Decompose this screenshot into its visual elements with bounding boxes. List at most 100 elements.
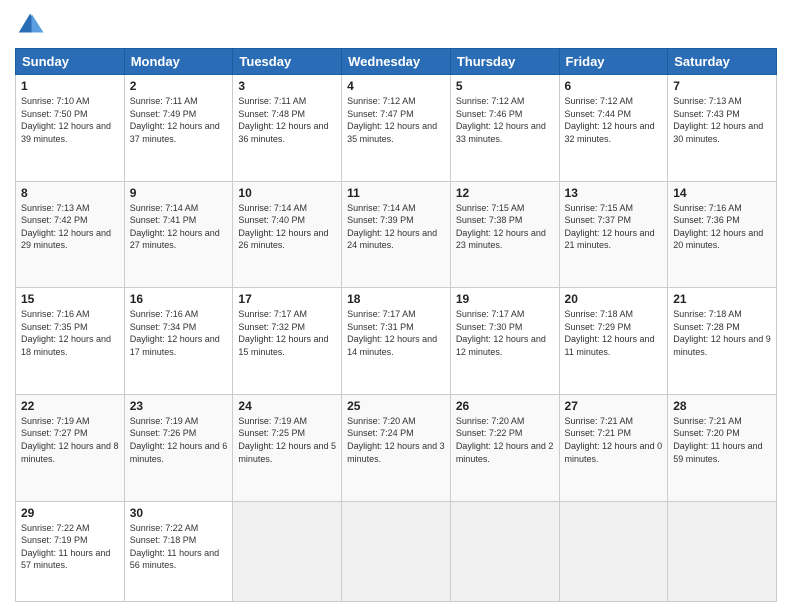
calendar-week-row: 22 Sunrise: 7:19 AM Sunset: 7:27 PM Dayli…: [16, 394, 777, 501]
day-number: 21: [673, 292, 771, 306]
day-content: Sunrise: 7:10 AM Sunset: 7:50 PM Dayligh…: [21, 95, 119, 145]
day-content: Sunrise: 7:11 AM Sunset: 7:49 PM Dayligh…: [130, 95, 228, 145]
calendar-week-row: 8 Sunrise: 7:13 AM Sunset: 7:42 PM Daylig…: [16, 181, 777, 288]
calendar-week-row: 15 Sunrise: 7:16 AM Sunset: 7:35 PM Dayli…: [16, 288, 777, 395]
day-number: 20: [565, 292, 663, 306]
day-number: 19: [456, 292, 554, 306]
table-row: 8 Sunrise: 7:13 AM Sunset: 7:42 PM Daylig…: [16, 181, 125, 288]
day-content: Sunrise: 7:16 AM Sunset: 7:36 PM Dayligh…: [673, 202, 771, 252]
day-content: Sunrise: 7:13 AM Sunset: 7:43 PM Dayligh…: [673, 95, 771, 145]
header: [15, 10, 777, 40]
day-content: Sunrise: 7:18 AM Sunset: 7:28 PM Dayligh…: [673, 308, 771, 358]
day-content: Sunrise: 7:21 AM Sunset: 7:21 PM Dayligh…: [565, 415, 663, 465]
day-number: 13: [565, 186, 663, 200]
day-number: 25: [347, 399, 445, 413]
day-number: 1: [21, 79, 119, 93]
day-number: 23: [130, 399, 228, 413]
table-row: 15 Sunrise: 7:16 AM Sunset: 7:35 PM Dayli…: [16, 288, 125, 395]
calendar: Sunday Monday Tuesday Wednesday Thursday…: [15, 48, 777, 602]
day-number: 16: [130, 292, 228, 306]
day-content: Sunrise: 7:14 AM Sunset: 7:39 PM Dayligh…: [347, 202, 445, 252]
header-row: Sunday Monday Tuesday Wednesday Thursday…: [16, 49, 777, 75]
day-content: Sunrise: 7:15 AM Sunset: 7:37 PM Dayligh…: [565, 202, 663, 252]
day-content: Sunrise: 7:17 AM Sunset: 7:30 PM Dayligh…: [456, 308, 554, 358]
day-content: Sunrise: 7:22 AM Sunset: 7:19 PM Dayligh…: [21, 522, 119, 572]
day-number: 29: [21, 506, 119, 520]
day-number: 30: [130, 506, 228, 520]
table-row: [450, 501, 559, 602]
day-content: Sunrise: 7:12 AM Sunset: 7:46 PM Dayligh…: [456, 95, 554, 145]
table-row: 28 Sunrise: 7:21 AM Sunset: 7:20 PM Dayli…: [668, 394, 777, 501]
day-content: Sunrise: 7:22 AM Sunset: 7:18 PM Dayligh…: [130, 522, 228, 572]
day-content: Sunrise: 7:19 AM Sunset: 7:26 PM Dayligh…: [130, 415, 228, 465]
day-number: 9: [130, 186, 228, 200]
logo-icon: [15, 10, 45, 40]
table-row: [233, 501, 342, 602]
day-content: Sunrise: 7:19 AM Sunset: 7:27 PM Dayligh…: [21, 415, 119, 465]
day-content: Sunrise: 7:14 AM Sunset: 7:41 PM Dayligh…: [130, 202, 228, 252]
day-content: Sunrise: 7:15 AM Sunset: 7:38 PM Dayligh…: [456, 202, 554, 252]
day-content: Sunrise: 7:20 AM Sunset: 7:22 PM Dayligh…: [456, 415, 554, 465]
day-content: Sunrise: 7:16 AM Sunset: 7:34 PM Dayligh…: [130, 308, 228, 358]
col-monday: Monday: [124, 49, 233, 75]
table-row: 10 Sunrise: 7:14 AM Sunset: 7:40 PM Dayli…: [233, 181, 342, 288]
day-content: Sunrise: 7:12 AM Sunset: 7:47 PM Dayligh…: [347, 95, 445, 145]
day-number: 8: [21, 186, 119, 200]
day-content: Sunrise: 7:17 AM Sunset: 7:32 PM Dayligh…: [238, 308, 336, 358]
calendar-body: 1 Sunrise: 7:10 AM Sunset: 7:50 PM Daylig…: [16, 75, 777, 602]
col-saturday: Saturday: [668, 49, 777, 75]
table-row: 2 Sunrise: 7:11 AM Sunset: 7:49 PM Daylig…: [124, 75, 233, 182]
day-number: 28: [673, 399, 771, 413]
table-row: 11 Sunrise: 7:14 AM Sunset: 7:39 PM Dayli…: [342, 181, 451, 288]
day-number: 10: [238, 186, 336, 200]
page: Sunday Monday Tuesday Wednesday Thursday…: [0, 0, 792, 612]
col-sunday: Sunday: [16, 49, 125, 75]
table-row: [668, 501, 777, 602]
table-row: 22 Sunrise: 7:19 AM Sunset: 7:27 PM Dayli…: [16, 394, 125, 501]
day-number: 18: [347, 292, 445, 306]
table-row: 24 Sunrise: 7:19 AM Sunset: 7:25 PM Dayli…: [233, 394, 342, 501]
logo: [15, 10, 49, 40]
table-row: [559, 501, 668, 602]
table-row: 7Sunrise: 7:13 AM Sunset: 7:43 PM Daylig…: [668, 75, 777, 182]
calendar-week-row: 29 Sunrise: 7:22 AM Sunset: 7:19 PM Dayli…: [16, 501, 777, 602]
day-content: Sunrise: 7:16 AM Sunset: 7:35 PM Dayligh…: [21, 308, 119, 358]
table-row: 20Sunrise: 7:18 AM Sunset: 7:29 PM Dayli…: [559, 288, 668, 395]
col-friday: Friday: [559, 49, 668, 75]
table-row: 23 Sunrise: 7:19 AM Sunset: 7:26 PM Dayli…: [124, 394, 233, 501]
day-number: 15: [21, 292, 119, 306]
table-row: 17Sunrise: 7:17 AM Sunset: 7:32 PM Dayli…: [233, 288, 342, 395]
day-content: Sunrise: 7:20 AM Sunset: 7:24 PM Dayligh…: [347, 415, 445, 465]
table-row: 14Sunrise: 7:16 AM Sunset: 7:36 PM Dayli…: [668, 181, 777, 288]
day-number: 22: [21, 399, 119, 413]
table-row: 21 Sunrise: 7:18 AM Sunset: 7:28 PM Dayli…: [668, 288, 777, 395]
table-row: 3 Sunrise: 7:11 AM Sunset: 7:48 PM Daylig…: [233, 75, 342, 182]
col-wednesday: Wednesday: [342, 49, 451, 75]
day-number: 24: [238, 399, 336, 413]
day-content: Sunrise: 7:11 AM Sunset: 7:48 PM Dayligh…: [238, 95, 336, 145]
table-row: 26 Sunrise: 7:20 AM Sunset: 7:22 PM Dayli…: [450, 394, 559, 501]
day-content: Sunrise: 7:19 AM Sunset: 7:25 PM Dayligh…: [238, 415, 336, 465]
day-content: Sunrise: 7:14 AM Sunset: 7:40 PM Dayligh…: [238, 202, 336, 252]
day-content: Sunrise: 7:21 AM Sunset: 7:20 PM Dayligh…: [673, 415, 771, 465]
table-row: 5 Sunrise: 7:12 AM Sunset: 7:46 PM Daylig…: [450, 75, 559, 182]
day-number: 3: [238, 79, 336, 93]
col-tuesday: Tuesday: [233, 49, 342, 75]
day-number: 11: [347, 186, 445, 200]
calendar-week-row: 1 Sunrise: 7:10 AM Sunset: 7:50 PM Daylig…: [16, 75, 777, 182]
table-row: 12 Sunrise: 7:15 AM Sunset: 7:38 PM Dayli…: [450, 181, 559, 288]
table-row: 19 Sunrise: 7:17 AM Sunset: 7:30 PM Dayli…: [450, 288, 559, 395]
table-row: 29 Sunrise: 7:22 AM Sunset: 7:19 PM Dayli…: [16, 501, 125, 602]
day-number: 27: [565, 399, 663, 413]
table-row: 4Sunrise: 7:12 AM Sunset: 7:47 PM Daylig…: [342, 75, 451, 182]
day-number: 2: [130, 79, 228, 93]
table-row: 27 Sunrise: 7:21 AM Sunset: 7:21 PM Dayli…: [559, 394, 668, 501]
day-number: 26: [456, 399, 554, 413]
day-number: 12: [456, 186, 554, 200]
day-content: Sunrise: 7:13 AM Sunset: 7:42 PM Dayligh…: [21, 202, 119, 252]
col-thursday: Thursday: [450, 49, 559, 75]
table-row: 18Sunrise: 7:17 AM Sunset: 7:31 PM Dayli…: [342, 288, 451, 395]
day-number: 5: [456, 79, 554, 93]
table-row: 16 Sunrise: 7:16 AM Sunset: 7:34 PM Dayli…: [124, 288, 233, 395]
day-content: Sunrise: 7:12 AM Sunset: 7:44 PM Dayligh…: [565, 95, 663, 145]
